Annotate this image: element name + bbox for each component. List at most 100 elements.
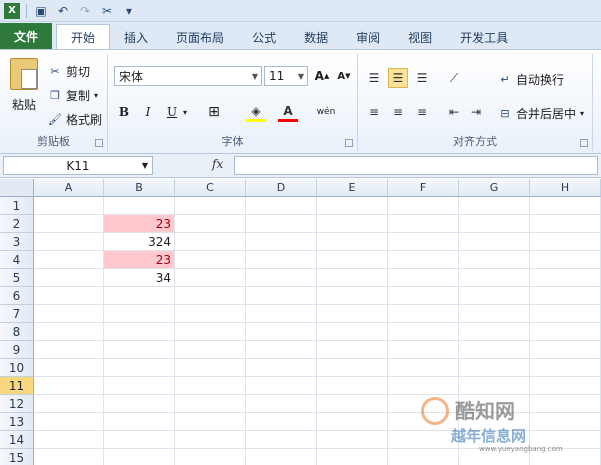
row-header-6[interactable]: 6 [0,287,34,305]
tab-page-layout[interactable]: 页面布局 [162,25,238,49]
italic-button[interactable]: I [138,102,158,122]
cell-b11[interactable] [104,377,175,395]
row-header-13[interactable]: 13 [0,413,34,431]
cell-a13[interactable] [34,413,104,431]
cell-g6[interactable] [459,287,530,305]
cell-b2[interactable]: 23 [104,215,175,233]
cell-b10[interactable] [104,359,175,377]
row-header-10[interactable]: 10 [0,359,34,377]
wrap-text-button[interactable]: ↵ 自动换行 [498,70,564,88]
column-header-g[interactable]: G [459,179,530,197]
cell-h3[interactable] [530,233,601,251]
cell-c5[interactable] [175,269,246,287]
cell-b15[interactable] [104,449,175,465]
cell-a12[interactable] [34,395,104,413]
cell-b14[interactable] [104,431,175,449]
grow-font-button[interactable]: A ▲ [312,66,332,86]
align-bottom-icon[interactable]: ☰ [412,68,432,88]
cell-f4[interactable] [388,251,459,269]
cell-e7[interactable] [317,305,388,323]
decrease-indent-icon[interactable]: ⇤ [444,102,464,122]
column-header-h[interactable]: H [530,179,601,197]
cell-a11[interactable] [34,377,104,395]
borders-icon[interactable]: ⊞ [204,102,224,122]
cell-e2[interactable] [317,215,388,233]
cell-f3[interactable] [388,233,459,251]
cell-g2[interactable] [459,215,530,233]
bold-button[interactable]: B [114,102,134,122]
cell-a1[interactable] [34,197,104,215]
cell-h9[interactable] [530,341,601,359]
cell-e15[interactable] [317,449,388,465]
tab-home[interactable]: 开始 [56,24,111,49]
row-header-3[interactable]: 3 [0,233,34,251]
underline-dropdown-icon[interactable]: ▾ [180,102,190,122]
cell-c12[interactable] [175,395,246,413]
cell-d15[interactable] [246,449,317,465]
cell-f8[interactable] [388,323,459,341]
cell-h7[interactable] [530,305,601,323]
cell-c2[interactable] [175,215,246,233]
alignment-launcher[interactable] [580,139,588,147]
cell-e12[interactable] [317,395,388,413]
cell-g10[interactable] [459,359,530,377]
cell-h2[interactable] [530,215,601,233]
cell-e11[interactable] [317,377,388,395]
cell-b5[interactable]: 34 [104,269,175,287]
cell-h6[interactable] [530,287,601,305]
font-launcher[interactable] [345,139,353,147]
copy-button[interactable]: ❐ 复制 ▾ [48,86,98,104]
cell-e10[interactable] [317,359,388,377]
cell-g5[interactable] [459,269,530,287]
redo-icon[interactable]: ↷ [77,3,93,19]
cell-h10[interactable] [530,359,601,377]
cell-c14[interactable] [175,431,246,449]
column-header-f[interactable]: F [388,179,459,197]
cell-e14[interactable] [317,431,388,449]
cell-d6[interactable] [246,287,317,305]
tab-view[interactable]: 视图 [394,25,446,49]
cell-b9[interactable] [104,341,175,359]
cell-g3[interactable] [459,233,530,251]
formula-input[interactable] [234,156,598,175]
cell-e1[interactable] [317,197,388,215]
font-name-combo[interactable]: 宋体 ▼ [114,66,262,86]
cell-e5[interactable] [317,269,388,287]
save-icon[interactable]: ▣ [33,3,49,19]
cell-g8[interactable] [459,323,530,341]
select-all-corner[interactable] [0,179,34,197]
font-color-icon[interactable]: A [278,102,298,122]
cell-f5[interactable] [388,269,459,287]
tab-review[interactable]: 审阅 [342,25,394,49]
row-header-8[interactable]: 8 [0,323,34,341]
row-header-2[interactable]: 2 [0,215,34,233]
fill-color-icon[interactable]: ◈ [246,102,266,122]
cell-d14[interactable] [246,431,317,449]
cell-h1[interactable] [530,197,601,215]
cell-f7[interactable] [388,305,459,323]
align-middle-icon[interactable]: ☰ [388,68,408,88]
row-header-1[interactable]: 1 [0,197,34,215]
cell-c9[interactable] [175,341,246,359]
cell-b12[interactable] [104,395,175,413]
cell-b4[interactable]: 23 [104,251,175,269]
cell-b1[interactable] [104,197,175,215]
cell-a6[interactable] [34,287,104,305]
cell-a14[interactable] [34,431,104,449]
cell-g7[interactable] [459,305,530,323]
customize-icon[interactable]: ✂ [99,3,115,19]
cell-c3[interactable] [175,233,246,251]
cell-h4[interactable] [530,251,601,269]
cell-d13[interactable] [246,413,317,431]
cell-a5[interactable] [34,269,104,287]
cell-c7[interactable] [175,305,246,323]
row-header-12[interactable]: 12 [0,395,34,413]
paste-button[interactable]: 粘贴 [6,58,42,126]
align-center-icon[interactable]: ≡ [388,102,408,122]
cell-c6[interactable] [175,287,246,305]
cell-c15[interactable] [175,449,246,465]
cell-c10[interactable] [175,359,246,377]
insert-function-button[interactable]: fx [212,157,223,171]
cell-c1[interactable] [175,197,246,215]
align-top-icon[interactable]: ☰ [364,68,384,88]
